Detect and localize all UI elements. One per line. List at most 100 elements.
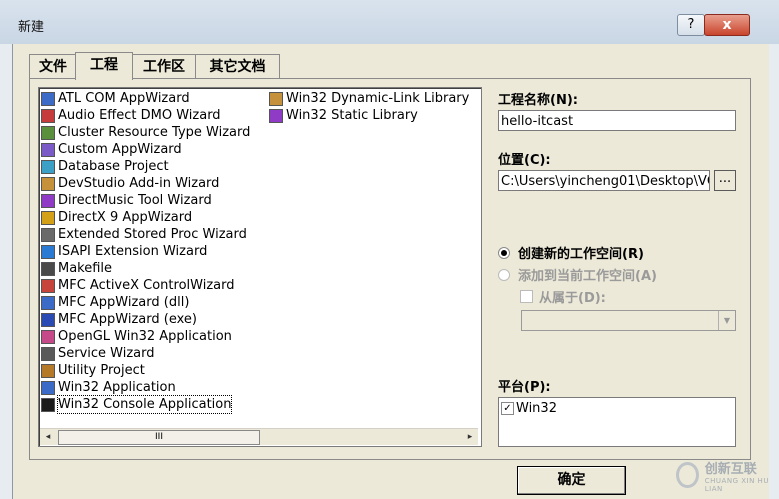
project-type-label: ATL COM AppWizard (58, 91, 190, 106)
tab-projects[interactable]: 工程 (75, 52, 133, 80)
project-type-list[interactable]: ATL COM AppWizard Audio Effect DMO Wizard… (38, 87, 482, 447)
makefile-icon (41, 261, 55, 276)
watermark-subtext: CHUANG XIN HU LIAN (704, 476, 769, 493)
project-type-label: DirectMusic Tool Wizard (58, 193, 212, 208)
project-type-label: MFC ActiveX ControlWizard (58, 278, 235, 293)
project-type-item[interactable]: Win32 Application (41, 379, 250, 396)
tab-workspaces[interactable]: 工作区 (132, 54, 196, 79)
static-lib-icon (269, 108, 283, 123)
project-type-item[interactable]: DirectX 9 AppWizard (41, 209, 250, 226)
mfc-dll-icon (41, 295, 55, 310)
project-type-label: OpenGL Win32 Application (58, 329, 232, 344)
tab-files[interactable]: 文件 (29, 54, 77, 79)
project-type-label: Audio Effect DMO Wizard (58, 108, 221, 123)
atl-com-icon (41, 91, 55, 106)
horizontal-scrollbar[interactable]: ◂ III ▸ (40, 428, 478, 445)
mfc-exe-icon (41, 312, 55, 327)
project-type-item[interactable]: Custom AppWizard (41, 141, 250, 158)
browse-button[interactable]: ... (714, 170, 736, 191)
project-type-item[interactable]: DirectMusic Tool Wizard (41, 192, 250, 209)
project-type-label: ISAPI Extension Wizard (58, 244, 208, 259)
project-name-label: 工程名称(N): (498, 93, 578, 108)
create-new-workspace-label: 创建新的工作空间(R) (518, 247, 644, 262)
project-type-label: Utility Project (58, 363, 145, 378)
project-type-item[interactable]: Service Wizard (41, 345, 250, 362)
project-type-label: Database Project (58, 159, 169, 174)
project-type-item[interactable]: Win32 Console Application (41, 395, 250, 414)
project-type-item[interactable]: DevStudio Add-in Wizard (41, 175, 250, 192)
project-type-label: Win32 Application (58, 380, 176, 395)
checkbox-box-icon (520, 290, 533, 303)
project-type-item[interactable]: OpenGL Win32 Application (41, 328, 250, 345)
project-type-item[interactable]: MFC AppWizard (dll) (41, 294, 250, 311)
custom-wizard-icon (41, 142, 55, 157)
project-type-label: Makefile (58, 261, 113, 276)
project-type-label: Cluster Resource Type Wizard (58, 125, 251, 140)
scroll-left-arrow-icon[interactable]: ◂ (40, 429, 56, 445)
scroll-right-arrow-icon[interactable]: ▸ (462, 429, 478, 445)
title-bar: 新建 ? x (0, 0, 779, 44)
scroll-thumb[interactable]: III (58, 430, 260, 445)
project-type-item[interactable]: Utility Project (41, 362, 250, 379)
project-type-item[interactable]: Database Project (41, 158, 250, 175)
platform-label: 平台(P): (498, 380, 551, 395)
project-name-input[interactable]: hello-itcast (498, 110, 736, 131)
database-icon (41, 159, 55, 174)
project-type-item[interactable]: Audio Effect DMO Wizard (41, 107, 250, 124)
project-type-label: MFC AppWizard (dll) (58, 295, 190, 310)
project-type-item[interactable]: ATL COM AppWizard (41, 90, 250, 107)
project-type-item[interactable]: MFC AppWizard (exe) (41, 311, 250, 328)
project-type-item[interactable]: Win32 Dynamic-Link Library (269, 90, 469, 107)
ok-button[interactable]: 确定 (517, 466, 626, 495)
platform-item-label: Win32 (516, 401, 557, 416)
project-type-item[interactable]: Extended Stored Proc Wizard (41, 226, 250, 243)
location-label: 位置(C): (498, 153, 551, 168)
help-button[interactable]: ? (677, 14, 705, 36)
activex-icon (41, 278, 55, 293)
utility-tools-icon (41, 363, 55, 378)
check-icon: ✓ (501, 402, 514, 415)
dependency-combo[interactable]: ▼ (521, 310, 736, 331)
platform-item-win32[interactable]: ✓ Win32 (501, 401, 557, 416)
dialog-client: 文件 工程 工作区 其它文档 ATL COM AppWizard Audio Ef… (12, 44, 769, 499)
project-type-label: Service Wizard (58, 346, 155, 361)
location-input[interactable]: C:\Users\yincheng01\Desktop\VC (498, 170, 710, 191)
project-type-item[interactable]: ISAPI Extension Wizard (41, 243, 250, 260)
project-type-label: DirectX 9 AppWizard (58, 210, 193, 225)
tab-other-documents[interactable]: 其它文档 (195, 54, 280, 79)
directx-icon (41, 210, 55, 225)
win32-app-icon (41, 380, 55, 395)
project-type-item[interactable]: Cluster Resource Type Wizard (41, 124, 250, 141)
watermark-text: 创新互联 (704, 461, 757, 477)
add-to-current-workspace-label: 添加到当前工作空间(A) (518, 269, 657, 284)
project-type-item[interactable]: Win32 Static Library (269, 107, 469, 124)
directmusic-icon (41, 193, 55, 208)
project-list-column-1: ATL COM AppWizard Audio Effect DMO Wizard… (41, 90, 250, 414)
add-to-current-workspace-radio[interactable]: 添加到当前工作空间(A) (498, 265, 657, 284)
project-type-item[interactable]: MFC ActiveX ControlWizard (41, 277, 250, 294)
radio-dot-icon (498, 246, 510, 259)
dependency-label: 从属于(D): (539, 291, 606, 306)
chevron-down-icon[interactable]: ▼ (718, 311, 735, 330)
close-button[interactable]: x (704, 14, 750, 36)
cluster-icon (41, 125, 55, 140)
project-type-label: Custom AppWizard (58, 142, 182, 157)
project-list-column-2: Win32 Dynamic-Link Library Win32 Static L… (269, 90, 469, 124)
project-type-label: DevStudio Add-in Wizard (58, 176, 220, 191)
dependency-checkbox[interactable]: 从属于(D): (520, 287, 606, 306)
project-type-label: Win32 Console Application (56, 395, 233, 414)
platform-list[interactable]: ✓ Win32 (498, 397, 736, 447)
service-gear-icon (41, 346, 55, 361)
project-type-label: Win32 Dynamic-Link Library (286, 91, 470, 106)
project-type-label: Win32 Static Library (286, 108, 418, 123)
isapi-globe-icon (41, 244, 55, 259)
create-new-workspace-radio[interactable]: 创建新的工作空间(R) (498, 243, 644, 262)
project-type-item[interactable]: Makefile (41, 260, 250, 277)
projects-panel: ATL COM AppWizard Audio Effect DMO Wizard… (29, 78, 751, 460)
project-type-label: Extended Stored Proc Wizard (58, 227, 247, 242)
watermark-circle-icon (676, 462, 699, 488)
radio-dot-icon (498, 268, 510, 281)
watermark-logo: 创新互联 CHUANG XIN HU LIAN (676, 456, 776, 494)
opengl-icon (41, 329, 55, 344)
window-title: 新建 (18, 20, 45, 35)
